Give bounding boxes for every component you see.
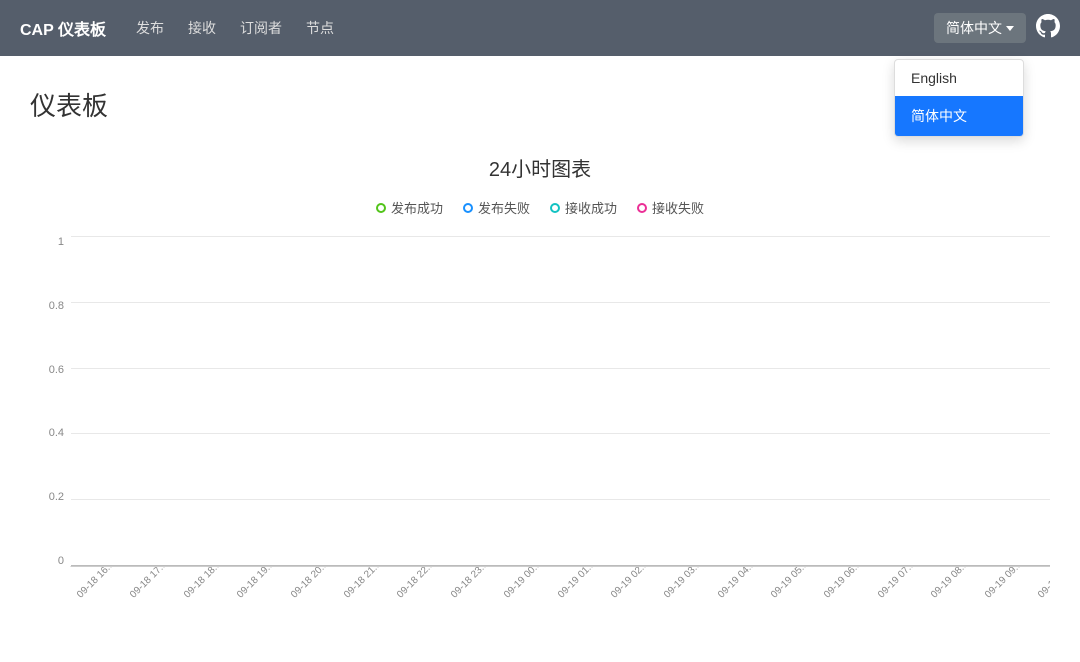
navbar-link[interactable]: 订阅者 bbox=[240, 18, 282, 38]
grid-line bbox=[71, 368, 1050, 369]
x-label: 09-19 10:00 bbox=[1036, 567, 1050, 600]
y-label: 1 bbox=[58, 237, 64, 248]
github-icon[interactable] bbox=[1036, 14, 1060, 42]
legend-dot bbox=[550, 203, 560, 213]
legend-label: 接收成功 bbox=[565, 198, 617, 217]
lang-dropdown-menu: English简体中文 bbox=[894, 59, 1024, 137]
legend-item: 接收成功 bbox=[550, 198, 617, 217]
x-label: 09-19 03:00 bbox=[662, 567, 708, 600]
x-label: 09-19 07:00 bbox=[876, 567, 922, 600]
chart-container: 00.20.40.60.81 09-18 16:0009-18 17:0009-… bbox=[30, 237, 1050, 617]
navbar-link[interactable]: 节点 bbox=[306, 18, 334, 38]
chart-section: 24小时图表 发布成功 发布失败 接收成功 接收失败 0 0.2 0.4 0.6 0.8 1 0… bbox=[30, 153, 1050, 617]
legend-item: 发布失败 bbox=[463, 198, 530, 217]
chart-plot bbox=[70, 237, 1050, 567]
dropdown-item[interactable]: English bbox=[895, 60, 1023, 96]
navbar-right: 简体中文 English简体中文 bbox=[934, 13, 1060, 43]
grid-line bbox=[71, 499, 1050, 500]
y-label: 0.8 bbox=[49, 301, 64, 312]
x-label: 09-19 00:00 bbox=[502, 567, 548, 600]
x-label: 09-18 21:00 bbox=[342, 567, 388, 600]
grid-line-bottom bbox=[71, 565, 1050, 566]
main-content: 仪表板 24小时图表 发布成功发布失败接收成功接收失败 00.20.40.60.… bbox=[0, 56, 1080, 617]
legend-dot bbox=[637, 203, 647, 213]
x-labels-inner: 09-18 16:0009-18 17:0009-18 18:0009-18 1… bbox=[70, 567, 1050, 617]
y-label: 0.4 bbox=[49, 428, 64, 439]
x-label: 09-19 05:00 bbox=[769, 567, 815, 600]
y-label: 0.2 bbox=[49, 492, 64, 503]
navbar-link[interactable]: 发布 bbox=[136, 18, 164, 38]
x-label: 09-19 02:00 bbox=[609, 567, 655, 600]
x-label: 09-19 04:00 bbox=[716, 567, 762, 600]
x-label: 09-18 16:00 bbox=[75, 567, 121, 600]
legend-label: 发布成功 bbox=[391, 198, 443, 217]
lang-label: 简体中文 bbox=[946, 18, 1002, 38]
navbar: CAP 仪表板 发布 接收 订阅者 节点 简体中文 English简体中文 bbox=[0, 0, 1080, 56]
x-label: 09-18 23:00 bbox=[449, 567, 495, 600]
legend-dot bbox=[463, 203, 473, 213]
x-axis: 09-18 16:0009-18 17:0009-18 18:0009-18 1… bbox=[70, 567, 1050, 617]
grid-line bbox=[71, 236, 1050, 237]
navbar-brand: CAP 仪表板 bbox=[20, 16, 106, 40]
navbar-link[interactable]: 接收 bbox=[188, 18, 216, 38]
y-label: 0.6 bbox=[49, 365, 64, 376]
navbar-links: 发布 接收 订阅者 节点 bbox=[136, 18, 934, 38]
grid-line bbox=[71, 302, 1050, 303]
x-label: 09-19 09:00 bbox=[983, 567, 1029, 600]
legend-dot bbox=[376, 203, 386, 213]
legend-item: 接收失败 bbox=[637, 198, 704, 217]
x-label: 09-18 18:00 bbox=[182, 567, 228, 600]
x-label: 09-19 01:00 bbox=[556, 567, 602, 600]
y-label: 0 bbox=[58, 556, 64, 567]
x-label: 09-18 19:00 bbox=[235, 567, 281, 600]
lang-dropdown-button[interactable]: 简体中文 bbox=[934, 13, 1026, 43]
chart-title: 24小时图表 bbox=[30, 153, 1050, 182]
y-axis: 0 0.2 0.4 0.6 0.8 1 bbox=[30, 237, 70, 567]
x-label: 09-19 08:00 bbox=[929, 567, 975, 600]
legend-item: 发布成功 bbox=[376, 198, 443, 217]
legend-label: 发布失败 bbox=[478, 198, 530, 217]
legend-label: 接收失败 bbox=[652, 198, 704, 217]
dropdown-item[interactable]: 简体中文 bbox=[895, 96, 1023, 136]
caret-icon bbox=[1006, 26, 1014, 31]
x-label: 09-18 20:00 bbox=[289, 567, 335, 600]
x-label: 09-18 17:00 bbox=[128, 567, 174, 600]
grid-line bbox=[71, 433, 1050, 434]
x-label: 09-18 22:00 bbox=[395, 567, 441, 600]
x-label: 09-19 06:00 bbox=[822, 567, 868, 600]
chart-legend: 发布成功 发布失败 接收成功 接收失败 bbox=[30, 198, 1050, 217]
